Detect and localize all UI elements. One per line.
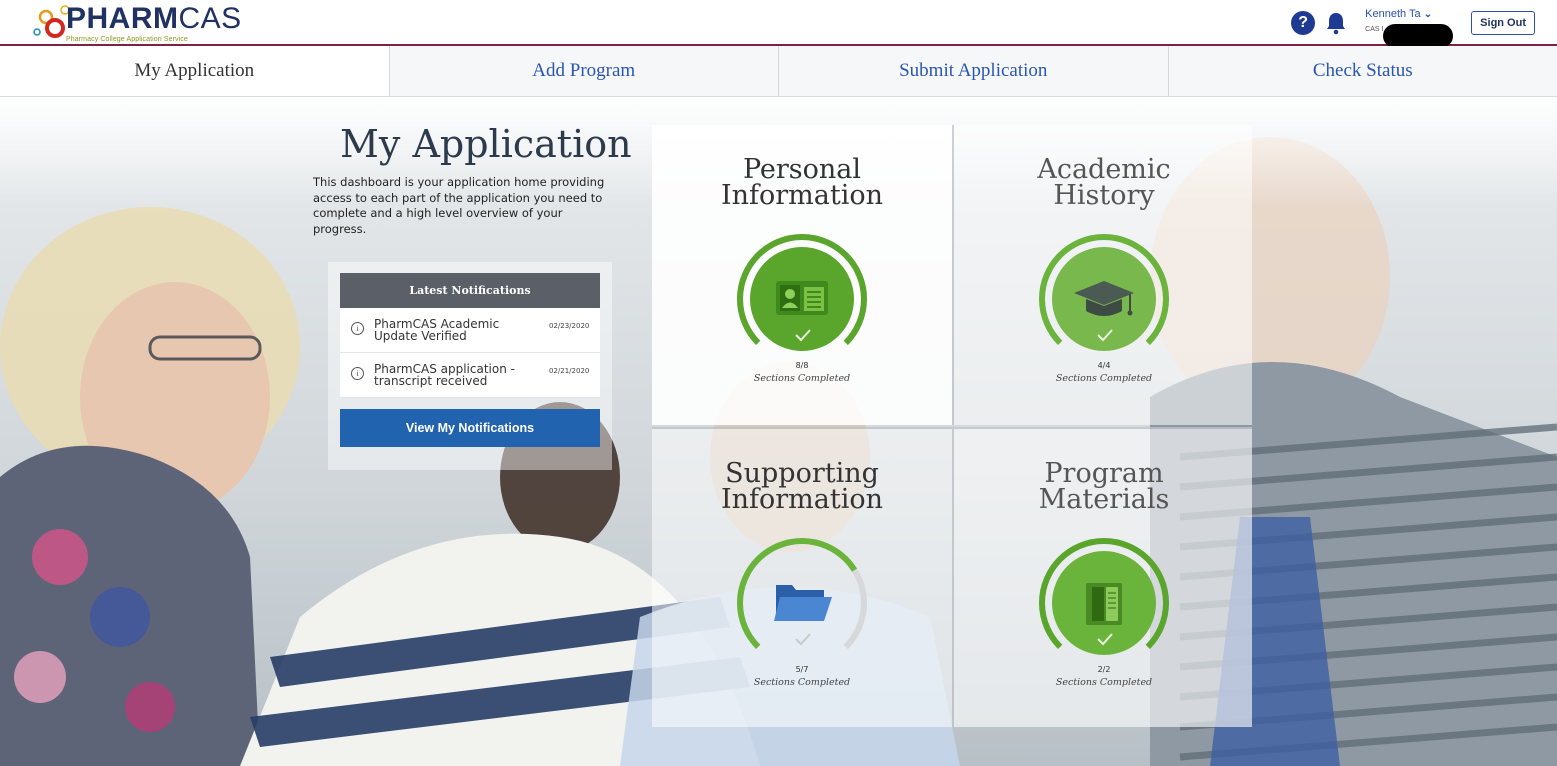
progress-ring	[737, 234, 867, 364]
notification-date: 02/23/2020	[549, 322, 590, 330]
sections-count: 5/7	[795, 665, 809, 674]
help-icon[interactable]: ?	[1291, 11, 1316, 35]
progress-ring	[1039, 538, 1169, 668]
notification-date: 02/21/2020	[549, 367, 590, 375]
bell-icon[interactable]	[1325, 11, 1347, 35]
tab-check-status[interactable]: Check Status	[1167, 46, 1557, 96]
sections-count: 8/8	[795, 361, 809, 370]
section-title-line2: Materials	[1038, 484, 1170, 515]
check-icon	[795, 633, 811, 646]
logo-subtitle: Pharmacy College Application Service	[66, 36, 188, 43]
sections-count: 4/4	[1097, 361, 1111, 370]
section-title: Program Materials	[954, 460, 1254, 515]
top-header: PHARMCAS Pharmacy College Application Se…	[0, 0, 1557, 48]
sign-out-button[interactable]: Sign Out	[1471, 11, 1535, 35]
sections-completed-label: Sections Completed	[753, 373, 851, 384]
redacted-user-id	[1383, 24, 1454, 48]
info-icon: i	[351, 367, 364, 380]
notification-text: PharmCAS Academic Update Verified	[374, 317, 500, 343]
notifications-title: Latest Notifications	[340, 273, 600, 308]
notification-item[interactable]: i PharmCAS Academic Update Verified 02/2…	[340, 308, 600, 353]
book-icon	[1086, 583, 1122, 625]
page-description: This dashboard is your application home …	[313, 175, 605, 236]
user-id-label: CAS I	[1365, 26, 1384, 33]
user-menu[interactable]: Kenneth Ta ⌄ CAS I	[1361, 6, 1454, 48]
sections-completed-label: Sections Completed	[753, 677, 851, 688]
folder-icon	[774, 585, 832, 621]
section-title-line2: Information	[720, 484, 884, 515]
tab-submit-application[interactable]: Submit Application	[778, 46, 1168, 96]
sections-count: 2/2	[1097, 665, 1111, 674]
section-title: Academic History	[954, 156, 1254, 211]
pharmcas-logo-icon[interactable]	[30, 2, 70, 44]
notifications-panel: Latest Notifications i PharmCAS Academic…	[340, 273, 600, 447]
page-title: My Application	[340, 122, 632, 166]
user-name-text: Kenneth Ta	[1365, 8, 1421, 20]
section-supporting-information[interactable]: Supporting Information 5/7 Sections Comp…	[652, 427, 952, 727]
section-academic-history[interactable]: Academic History 4/4 Sections Completed	[952, 125, 1252, 425]
info-icon: i	[351, 322, 364, 335]
section-personal-information[interactable]: Personal Information 8/8 Sections Comple…	[652, 125, 952, 425]
id-card-icon	[776, 281, 828, 315]
section-title-line2: Information	[720, 180, 884, 211]
section-title: Supporting Information	[652, 460, 952, 515]
notification-item[interactable]: i PharmCAS application - transcript rece…	[340, 353, 600, 398]
section-title-line2: History	[1053, 180, 1155, 211]
tab-add-program[interactable]: Add Program	[388, 46, 779, 96]
logo-word-bold: PHARM	[66, 2, 179, 35]
progress-ring	[737, 538, 867, 668]
progress-ring	[1039, 234, 1169, 364]
chevron-down-icon: ⌄	[1423, 9, 1433, 20]
sections-completed-label: Sections Completed	[1055, 677, 1153, 688]
header-actions: ? Kenneth Ta ⌄ CAS I Sign Out	[1291, 6, 1535, 48]
section-program-materials[interactable]: Program Materials 2/2 Sections Completed	[952, 427, 1252, 727]
user-name: Kenneth Ta ⌄	[1365, 8, 1432, 20]
logo-wordmark[interactable]: PHARMCAS	[66, 2, 242, 36]
tab-my-application[interactable]: My Application	[0, 46, 389, 96]
sections-completed-label: Sections Completed	[1055, 373, 1153, 384]
view-notifications-button[interactable]: View My Notifications	[340, 409, 600, 447]
section-title: Personal Information	[652, 156, 952, 211]
main-tabs: My Application Add Program Submit Applic…	[0, 46, 1557, 97]
notification-text: PharmCAS application - transcript receiv…	[374, 362, 515, 388]
logo-word-light: CAS	[178, 2, 242, 35]
